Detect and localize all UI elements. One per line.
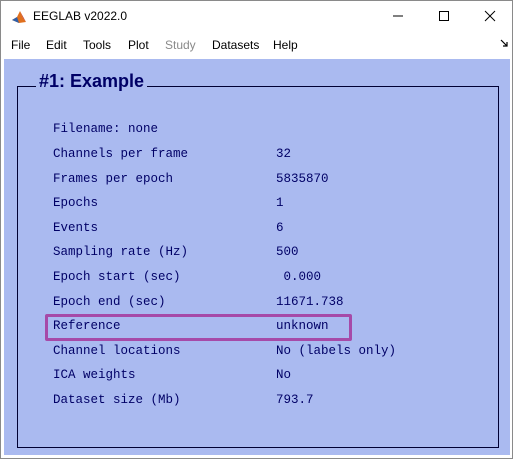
info-label: Epoch start (sec) xyxy=(53,270,181,284)
info-value: 11671.738 xyxy=(276,295,344,309)
maximize-icon xyxy=(439,11,449,21)
toolbar-arrow-icon[interactable] xyxy=(500,39,509,48)
info-label: Epochs xyxy=(53,196,99,210)
close-button[interactable] xyxy=(467,1,513,31)
menu-edit[interactable]: Edit xyxy=(46,38,67,52)
window-title: EEGLAB v2022.0 xyxy=(33,9,128,23)
dataset-info-panel: #1: Example Filename: none Channels per … xyxy=(4,59,510,455)
close-icon xyxy=(484,10,496,22)
info-label: Channels per frame xyxy=(53,147,189,161)
menu-bar: File Edit Tools Plot Study Datasets Help xyxy=(1,34,512,56)
info-value: 0.000 xyxy=(276,270,322,284)
info-label: Dataset size (Mb) xyxy=(53,393,181,407)
info-value: 6 xyxy=(276,221,284,235)
info-value: 500 xyxy=(276,245,299,259)
menu-file[interactable]: File xyxy=(11,38,30,52)
info-value: 793.7 xyxy=(276,393,314,407)
info-value: No (labels only) xyxy=(276,344,397,358)
menu-study: Study xyxy=(165,38,196,52)
reference-highlight-box xyxy=(45,314,352,341)
dataset-title: #1: Example xyxy=(36,71,148,92)
info-value: 32 xyxy=(276,147,292,161)
info-value: 5835870 xyxy=(276,172,329,186)
matlab-icon xyxy=(10,8,28,26)
info-label: Frames per epoch xyxy=(53,172,174,186)
maximize-button[interactable] xyxy=(421,1,467,31)
filename-label: Filename: none xyxy=(53,122,159,136)
menu-help[interactable]: Help xyxy=(273,38,298,52)
info-label: Sampling rate (Hz) xyxy=(53,245,189,259)
info-value: No xyxy=(276,368,292,382)
menu-datasets[interactable]: Datasets xyxy=(212,38,259,52)
minimize-icon xyxy=(393,15,403,17)
title-bar[interactable]: EEGLAB v2022.0 xyxy=(1,1,512,33)
eeglab-window: EEGLAB v2022.0 File Edit Tools Plot Stud… xyxy=(0,0,513,459)
menu-tools[interactable]: Tools xyxy=(83,38,111,52)
info-label: ICA weights xyxy=(53,368,136,382)
info-label: Events xyxy=(53,221,99,235)
minimize-button[interactable] xyxy=(375,1,421,31)
info-label: Channel locations xyxy=(53,344,181,358)
info-label: Epoch end (sec) xyxy=(53,295,166,309)
menu-plot[interactable]: Plot xyxy=(128,38,149,52)
info-value: 1 xyxy=(276,196,284,210)
